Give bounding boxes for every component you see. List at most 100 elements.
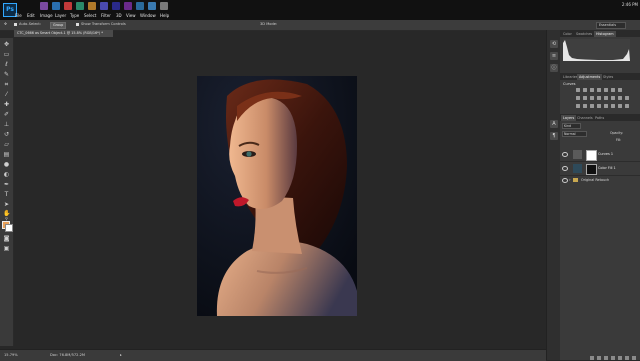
adjustment-preset-icon[interactable] <box>604 96 608 100</box>
pen-tool-icon[interactable]: ✒ <box>3 182 10 188</box>
brush-tool-icon[interactable]: ✐ <box>3 112 10 118</box>
character-panel-icon[interactable]: A <box>550 120 558 128</box>
path-selection-tool-icon[interactable]: ➤ <box>3 202 10 208</box>
move-tool-icon[interactable]: ✥ <box>4 22 7 26</box>
layer-name[interactable]: Curves 1 <box>598 152 613 156</box>
adjustment-preset-icon[interactable] <box>618 96 622 100</box>
clone-stamp-tool-icon[interactable]: ⊥ <box>3 122 10 128</box>
adjustment-preset-icon[interactable] <box>583 104 587 108</box>
menu-file[interactable]: File <box>15 13 22 18</box>
layer-footer-icon[interactable] <box>632 356 636 360</box>
document-image[interactable] <box>197 76 357 316</box>
taskbar-app-icon[interactable] <box>40 2 48 10</box>
workspace-dropdown[interactable]: Essentials <box>596 22 626 29</box>
adjustment-preset-icon[interactable] <box>611 96 615 100</box>
layer-footer-icon[interactable] <box>590 356 594 360</box>
adjustment-preset-icon[interactable] <box>611 104 615 108</box>
taskbar-app-icon[interactable] <box>76 2 84 10</box>
taskbar-app-icon[interactable] <box>88 2 96 10</box>
adjustment-preset-icon[interactable] <box>583 88 587 92</box>
menu-type[interactable]: Type <box>70 13 79 18</box>
eye-icon[interactable] <box>562 152 568 157</box>
tab-color[interactable]: Color <box>561 31 574 37</box>
menu-select[interactable]: Select <box>84 13 96 18</box>
quick-select-tool-icon[interactable]: ✎ <box>3 72 10 78</box>
adjustment-preset-icon[interactable] <box>625 96 629 100</box>
menu-edit[interactable]: Edit <box>27 13 35 18</box>
history-brush-tool-icon[interactable]: ↺ <box>3 132 10 138</box>
adjustment-preset-icon[interactable] <box>611 88 615 92</box>
menu-view[interactable]: View <box>126 13 136 18</box>
layer-footer-icon[interactable] <box>625 356 629 360</box>
adjustment-preset-icon[interactable] <box>590 96 594 100</box>
adjustment-preset-icon[interactable] <box>597 96 601 100</box>
document-tab[interactable]: CTC_0666 as Smart Object-1 @ 15.8% (RGB/… <box>14 30 113 37</box>
taskbar-app-icon[interactable] <box>112 2 120 10</box>
tab-paths[interactable]: Paths <box>593 115 606 121</box>
layer-footer-icon[interactable] <box>611 356 615 360</box>
menu-filter[interactable]: Filter <box>101 13 111 18</box>
adjustment-preset-icon[interactable] <box>625 104 629 108</box>
taskbar-app-icon[interactable] <box>124 2 132 10</box>
menu-window[interactable]: Window <box>140 13 156 18</box>
auto-select-dropdown[interactable]: Group <box>50 22 67 29</box>
blend-mode-dropdown[interactable]: Normal <box>562 131 587 137</box>
gradient-tool-icon[interactable]: ▤ <box>3 152 10 158</box>
tab-histogram[interactable]: Histogram <box>594 31 616 37</box>
paragraph-panel-icon[interactable]: ¶ <box>550 132 558 140</box>
adjustment-preset-icon[interactable] <box>590 104 594 108</box>
history-panel-icon[interactable]: ⟲ <box>550 40 558 48</box>
chevron-right-icon[interactable]: › <box>569 177 571 182</box>
tab-styles[interactable]: Styles <box>601 74 615 80</box>
dodge-tool-icon[interactable]: ◐ <box>3 172 10 178</box>
adjustment-preset-icon[interactable] <box>604 88 608 92</box>
tab-adjustments[interactable]: Adjustments <box>577 74 603 80</box>
taskbar-app-icon[interactable] <box>52 2 60 10</box>
eraser-tool-icon[interactable]: ▱ <box>3 142 10 148</box>
layer-name[interactable]: Color Fill 1 <box>598 166 616 170</box>
auto-select-checkbox[interactable] <box>14 23 17 26</box>
layer-footer-icon[interactable] <box>618 356 622 360</box>
type-tool-icon[interactable]: T <box>3 192 10 198</box>
taskbar-app-icon[interactable] <box>136 2 144 10</box>
adjustment-preset-icon[interactable] <box>576 104 580 108</box>
quick-mask-icon[interactable]: ◙ <box>3 236 10 242</box>
zoom-level[interactable]: 15.79% <box>4 353 18 357</box>
layer-curves[interactable]: Curves 1 <box>560 148 640 162</box>
layer-footer-icon[interactable] <box>604 356 608 360</box>
taskbar-app-icon[interactable] <box>148 2 156 10</box>
background-color-swatch[interactable] <box>5 224 13 232</box>
eye-icon[interactable] <box>562 178 568 183</box>
adjustment-preset-icon[interactable] <box>597 104 601 108</box>
layer-footer-icon[interactable] <box>597 356 601 360</box>
move-tool-icon[interactable]: ✥ <box>3 42 10 48</box>
taskbar-app-icon[interactable] <box>160 2 168 10</box>
eyedropper-tool-icon[interactable]: ⁄ <box>3 92 10 98</box>
adjustment-preset-icon[interactable] <box>618 104 622 108</box>
menu-layer[interactable]: Layer <box>55 13 66 18</box>
screen-mode-icon[interactable]: ▣ <box>3 246 10 252</box>
crop-tool-icon[interactable]: ⌗ <box>3 82 10 88</box>
adjustment-preset-icon[interactable] <box>576 88 580 92</box>
adjustment-preset-icon[interactable] <box>597 88 601 92</box>
layer-group-row[interactable]: › Original Retouch <box>560 177 640 184</box>
group-name[interactable]: Original Retouch <box>581 178 609 182</box>
eye-icon[interactable] <box>562 166 568 171</box>
adjustment-preset-icon[interactable] <box>590 88 594 92</box>
filter-kind-dropdown[interactable]: Kind <box>562 123 581 129</box>
adjustment-preset-icon[interactable] <box>576 96 580 100</box>
info-panel-icon[interactable]: ⓘ <box>550 64 558 72</box>
status-arrow-icon[interactable]: ▸ <box>120 353 122 357</box>
adjustment-preset-icon[interactable] <box>583 96 587 100</box>
tab-swatches[interactable]: Swatches <box>574 31 594 37</box>
layer-color-fill[interactable]: Color Fill 1 <box>560 162 640 176</box>
menu-help[interactable]: Help <box>160 13 169 18</box>
tab-channels[interactable]: Channels <box>575 115 595 121</box>
menu-image[interactable]: Image <box>40 13 53 18</box>
lasso-tool-icon[interactable]: ℓ <box>3 62 10 68</box>
marquee-tool-icon[interactable]: ▭ <box>3 52 10 58</box>
blur-tool-icon[interactable]: ● <box>3 162 10 168</box>
menu-3d[interactable]: 3D <box>116 13 122 18</box>
taskbar-app-icon[interactable] <box>100 2 108 10</box>
transform-controls-checkbox[interactable] <box>76 23 79 26</box>
